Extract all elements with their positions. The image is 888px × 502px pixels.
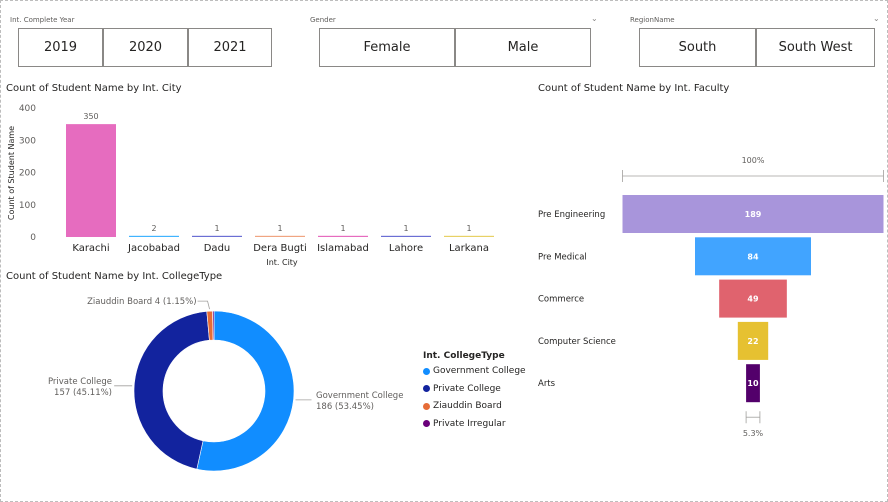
legend-label: Ziauddin Board [433,401,502,411]
slicer-option-south-west[interactable]: South West [756,28,875,67]
y-tick-label: 400 [19,104,36,114]
legend-item[interactable]: Private Irregular [423,419,506,429]
slice-label: Government College [316,391,403,401]
slicer-option-2021[interactable]: 2021 [188,28,272,67]
y-axis-label: Count of Student Name [7,126,16,220]
collegetype-donut-chart[interactable]: Government College186 (53.45%) Private Co… [0,285,420,490]
slice-label: Ziauddin Board 4 (1.15%) [87,297,196,307]
y-tick-label: 100 [19,201,36,211]
data-label: 2 [151,224,156,233]
slice-label: 157 (45.11%) [54,388,112,398]
bar-larkana [444,235,494,237]
slice-private-college [133,310,210,470]
data-label: 1 [214,224,219,233]
legend-label: Government College [433,366,526,376]
slicer-option-2020[interactable]: 2020 [103,28,188,67]
legend-label: Private College [433,383,501,394]
bar-jacobabad [129,235,179,237]
y-tick-label: 200 [19,169,36,179]
legend-dot-icon [423,402,430,410]
leader-line [197,300,210,310]
funnel-top-label: 100% [742,156,765,165]
data-label: 350 [83,112,98,121]
legend-label: Private Irregular [433,418,506,429]
funnel-data-label: 10 [747,379,759,388]
slicer-option-south[interactable]: South [639,28,756,67]
slice-label: Private College [48,377,112,387]
funnel-category-label: Pre Engineering [538,210,605,220]
x-tick-label: Larkana [449,243,489,254]
data-label: 1 [340,224,345,233]
x-tick-label: Lahore [389,243,423,254]
region-slicer-title: RegionName [630,16,675,24]
region-chevron-down-icon[interactable]: ⌄ [873,14,880,23]
slice-private-irregular [212,310,215,341]
legend-item[interactable]: Ziauddin Board [423,401,502,411]
data-label: 1 [466,224,471,233]
bar-karachi [66,124,116,237]
y-tick-label: 0 [30,233,36,243]
funnel-category-label: Pre Medical [538,252,587,262]
x-axis-label: Int. City [266,258,298,267]
funnel-data-label: 189 [745,210,762,219]
funnel-category-label: Arts [538,379,556,389]
funnel-bottom-label: 5.3% [743,429,764,438]
bar-dadu [192,235,242,237]
city-chart-title: Count of Student Name by Int. City [6,83,182,94]
gender-slicer-title: Gender [310,16,336,24]
funnel-data-label: 49 [747,295,759,304]
slicer-option-male[interactable]: Male [455,28,591,67]
gender-chevron-down-icon[interactable]: ⌄ [591,14,598,23]
x-tick-label: Jacobabad [127,243,180,254]
data-label: 1 [403,224,408,233]
funnel-category-label: Computer Science [538,337,616,347]
city-bar-chart[interactable]: 0 100 200 300 400 Count of Student Name 350 Kar… [0,95,520,270]
x-tick-label: Dadu [204,243,231,254]
funnel-data-label: 84 [747,252,759,261]
bar-dera-bugti [255,235,305,237]
legend-dot-icon [423,420,430,427]
slicer-option-female[interactable]: Female [319,28,455,67]
collegetype-legend-title: Int. CollegeType [423,351,505,361]
y-tick-label: 300 [19,136,36,146]
legend-dot-icon [423,367,430,375]
year-slicer-title: Int. Complete Year [10,16,75,24]
x-tick-label: Islamabad [317,243,369,254]
legend-item[interactable]: Government College [423,366,526,376]
collegetype-chart-title: Count of Student Name by Int. CollegeTyp… [6,271,223,282]
data-label: 1 [277,224,282,233]
x-tick-label: Dera Bugti [253,243,307,254]
funnel-category-label: Commerce [538,295,584,305]
legend-item[interactable]: Private College [423,384,501,394]
funnel-data-label: 22 [747,337,758,346]
legend-dot-icon [423,385,430,392]
x-tick-label: Karachi [72,243,109,254]
faculty-funnel-chart[interactable]: 100% 189 Pre Engineering 84 Pre Medical 49 Com… [530,150,886,450]
slice-label: 186 (53.45%) [316,402,374,412]
bar-islamabad [318,235,368,237]
bar-lahore [381,235,431,237]
faculty-chart-title: Count of Student Name by Int. Faculty [538,83,730,94]
slicer-option-2019[interactable]: 2019 [18,28,103,67]
